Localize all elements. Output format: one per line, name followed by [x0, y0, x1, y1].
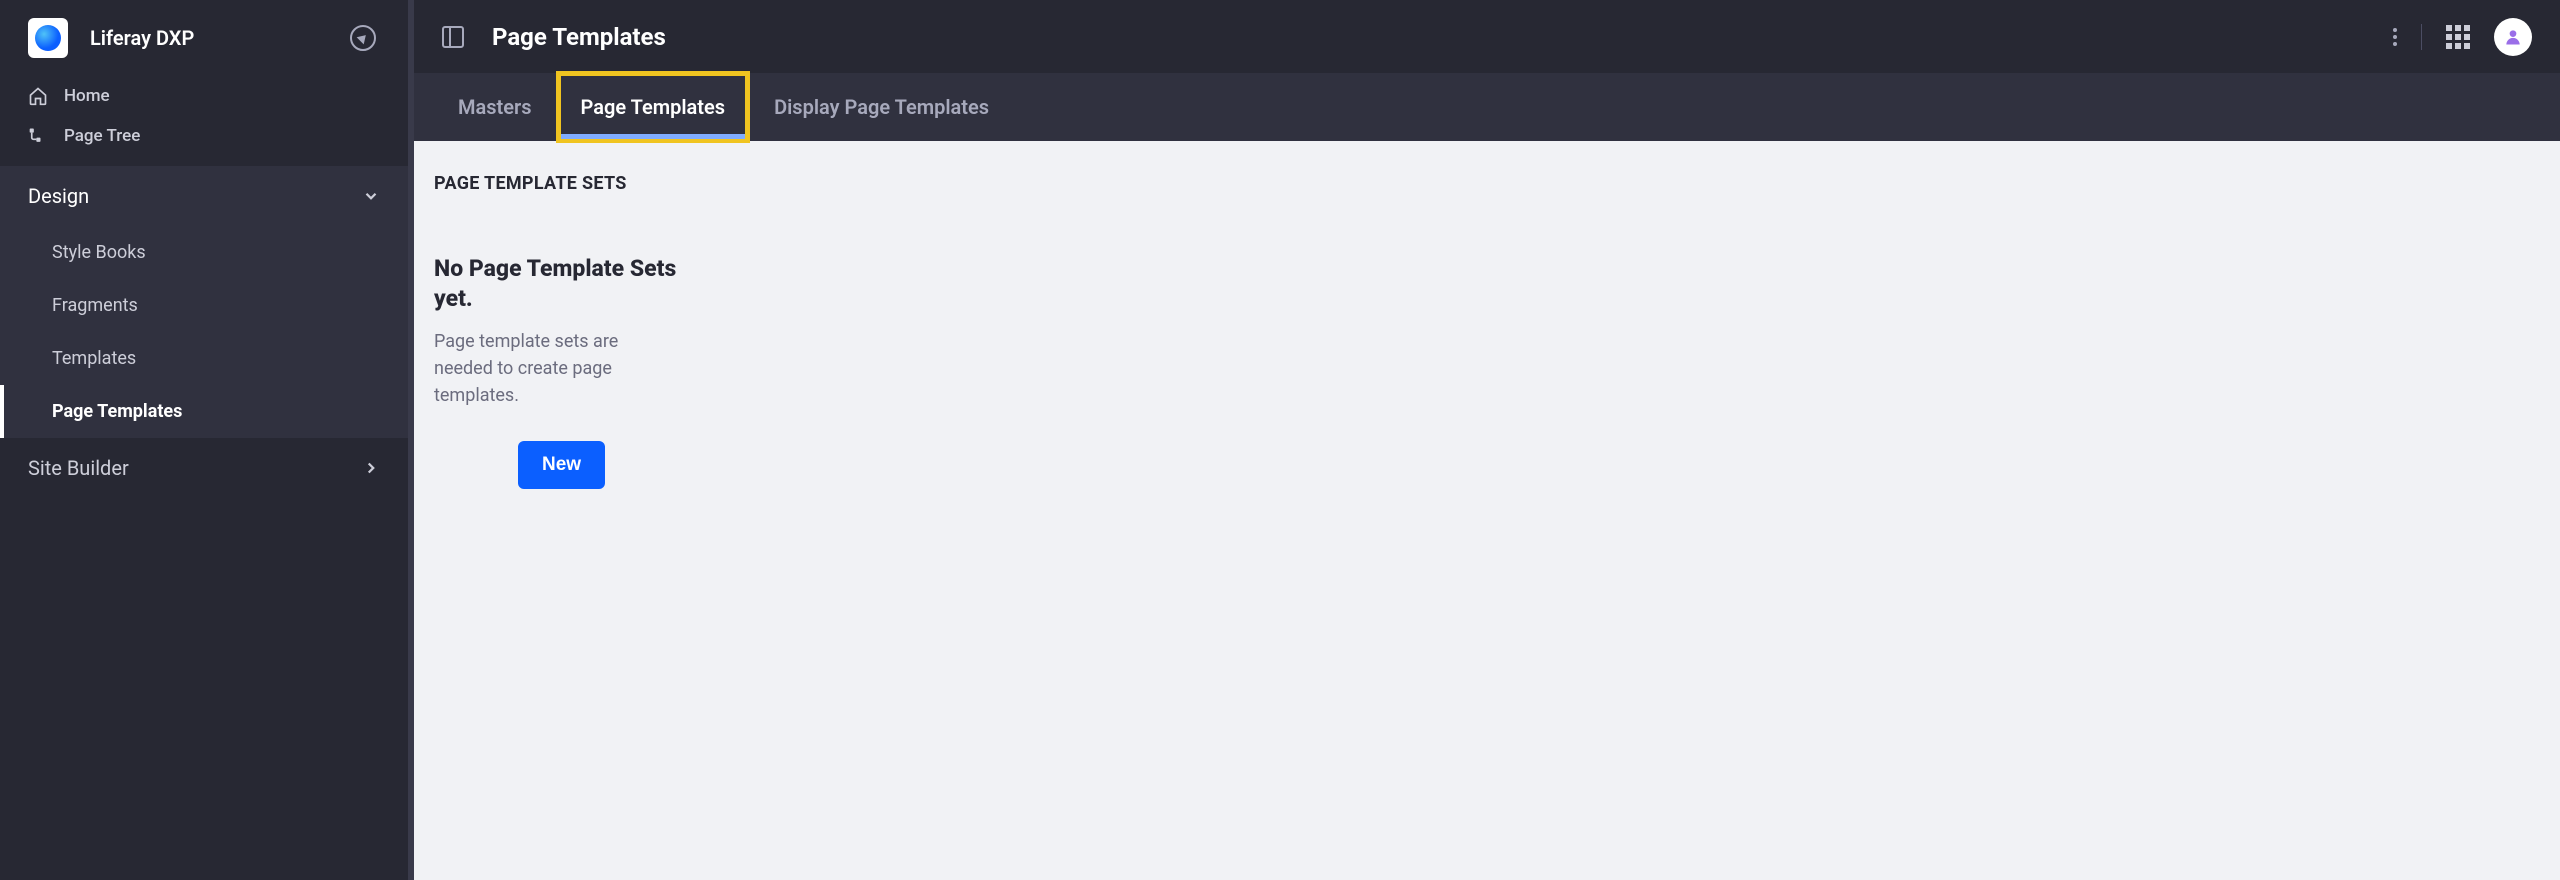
tab-display-page-templates[interactable]: Display Page Templates	[750, 73, 1013, 141]
kebab-menu-icon[interactable]	[2393, 28, 2397, 46]
section-design: Design Style Books Fragments Templates P…	[0, 166, 408, 438]
app-title: Liferay DXP	[90, 26, 350, 50]
section-site-builder[interactable]: Site Builder	[0, 438, 408, 498]
subnav-fragments[interactable]: Fragments	[0, 279, 408, 332]
chevron-right-icon	[362, 459, 380, 477]
nav-home[interactable]: Home	[0, 76, 408, 116]
nav-page-tree-label: Page Tree	[64, 126, 140, 146]
empty-state-description: Page template sets are needed to create …	[434, 328, 654, 409]
nav-home-label: Home	[64, 86, 110, 106]
panel-toggle-icon[interactable]	[442, 26, 464, 48]
sidebar: Liferay DXP Home Page Tree Design Style …	[0, 0, 414, 880]
main: Page Templates Masters Page Templates Di…	[414, 0, 2560, 880]
user-avatar[interactable]	[2494, 18, 2532, 56]
section-design-title: Design	[28, 184, 362, 208]
subnav-templates[interactable]: Templates	[0, 332, 408, 385]
topbar-actions	[2393, 18, 2532, 56]
subnav-style-books[interactable]: Style Books	[0, 226, 408, 279]
empty-state-title: No Page Template Sets yet.	[434, 254, 684, 314]
content-heading: PAGE TEMPLATE SETS	[434, 173, 2540, 194]
content: PAGE TEMPLATE SETS No Page Template Sets…	[414, 141, 2560, 880]
tabs: Masters Page Templates Display Page Temp…	[414, 73, 2560, 141]
topbar: Page Templates	[414, 0, 2560, 73]
subnav-page-templates[interactable]: Page Templates	[0, 385, 408, 438]
new-button[interactable]: New	[518, 441, 605, 489]
apps-grid-icon[interactable]	[2446, 25, 2470, 49]
user-icon	[2503, 27, 2523, 47]
compass-icon[interactable]	[350, 25, 376, 51]
page-tree-icon	[28, 126, 48, 146]
page-title: Page Templates	[492, 23, 2393, 51]
section-design-header[interactable]: Design	[0, 166, 408, 226]
tab-masters[interactable]: Masters	[434, 73, 556, 141]
sidebar-header: Liferay DXP	[0, 0, 408, 76]
tab-page-templates[interactable]: Page Templates	[556, 71, 751, 143]
section-site-builder-title: Site Builder	[28, 456, 362, 480]
home-icon	[28, 86, 48, 106]
divider	[2421, 24, 2422, 50]
liferay-logo[interactable]	[28, 18, 68, 58]
nav-page-tree[interactable]: Page Tree	[0, 116, 408, 156]
chevron-down-icon	[362, 187, 380, 205]
liferay-logo-icon	[35, 25, 61, 51]
